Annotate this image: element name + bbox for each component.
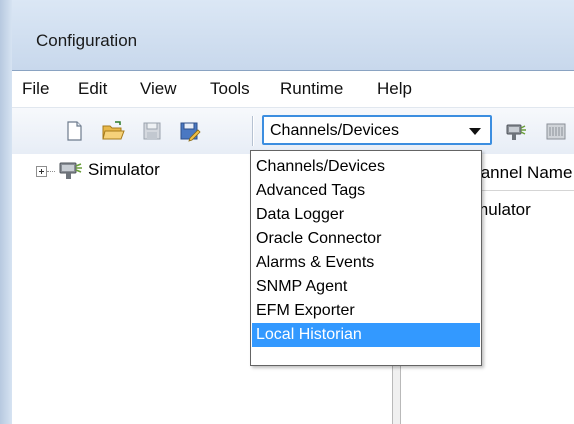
dropdown-item-efm-exporter[interactable]: EFM Exporter — [252, 299, 480, 323]
new-channel-button[interactable] — [504, 119, 528, 143]
toolbar-separator — [252, 116, 253, 146]
save-as-icon — [180, 122, 201, 142]
dropdown-item-data-logger[interactable]: Data Logger — [252, 203, 480, 227]
open-button[interactable] — [101, 119, 125, 143]
new-device-button[interactable] — [544, 119, 568, 143]
save-button[interactable] — [140, 119, 164, 143]
tree-node-label: Simulator — [88, 160, 160, 179]
combo-selected-value: Channels/Devices — [270, 122, 399, 139]
expand-icon[interactable] — [36, 166, 47, 177]
save-as-button[interactable] — [178, 119, 202, 143]
dropdown-item-alarms-events[interactable]: Alarms & Events — [252, 251, 480, 275]
menu-edit[interactable]: Edit — [78, 79, 107, 99]
dropdown-item-snmp-agent[interactable]: SNMP Agent — [252, 275, 480, 299]
tree-connector — [47, 171, 55, 172]
menu-tools[interactable]: Tools — [210, 79, 250, 99]
dropdown-item-local-historian[interactable]: Local Historian — [252, 323, 480, 347]
dropdown-item-advanced-tags[interactable]: Advanced Tags — [252, 179, 480, 203]
new-document-icon — [67, 121, 82, 141]
new-button[interactable] — [62, 119, 86, 143]
devices-icon — [546, 123, 566, 140]
title-bar[interactable]: Configuration — [12, 0, 574, 70]
view-selector-combo[interactable]: Channels/Devices — [262, 115, 492, 145]
dropdown-item-channels-devices[interactable]: Channels/Devices — [252, 155, 480, 179]
save-icon — [143, 122, 161, 140]
channel-icon — [59, 162, 82, 179]
chevron-down-icon[interactable] — [469, 128, 481, 135]
view-selector-dropdown: Channels/Devices Advanced Tags Data Logg… — [250, 150, 482, 366]
menu-bar: File Edit View Tools Runtime Help — [12, 71, 574, 107]
dropdown-item-oracle-connector[interactable]: Oracle Connector — [252, 227, 480, 251]
menu-runtime[interactable]: Runtime — [280, 79, 343, 99]
menu-file[interactable]: File — [22, 79, 49, 99]
menu-help[interactable]: Help — [377, 79, 412, 99]
channel-icon — [506, 124, 526, 140]
application-window: Configuration File Edit View Tools Runti… — [0, 0, 574, 424]
toolbar: Channels/Devices — [12, 107, 574, 155]
menu-view[interactable]: View — [140, 79, 177, 99]
window-title: Configuration — [36, 31, 138, 50]
open-folder-icon — [102, 121, 125, 140]
